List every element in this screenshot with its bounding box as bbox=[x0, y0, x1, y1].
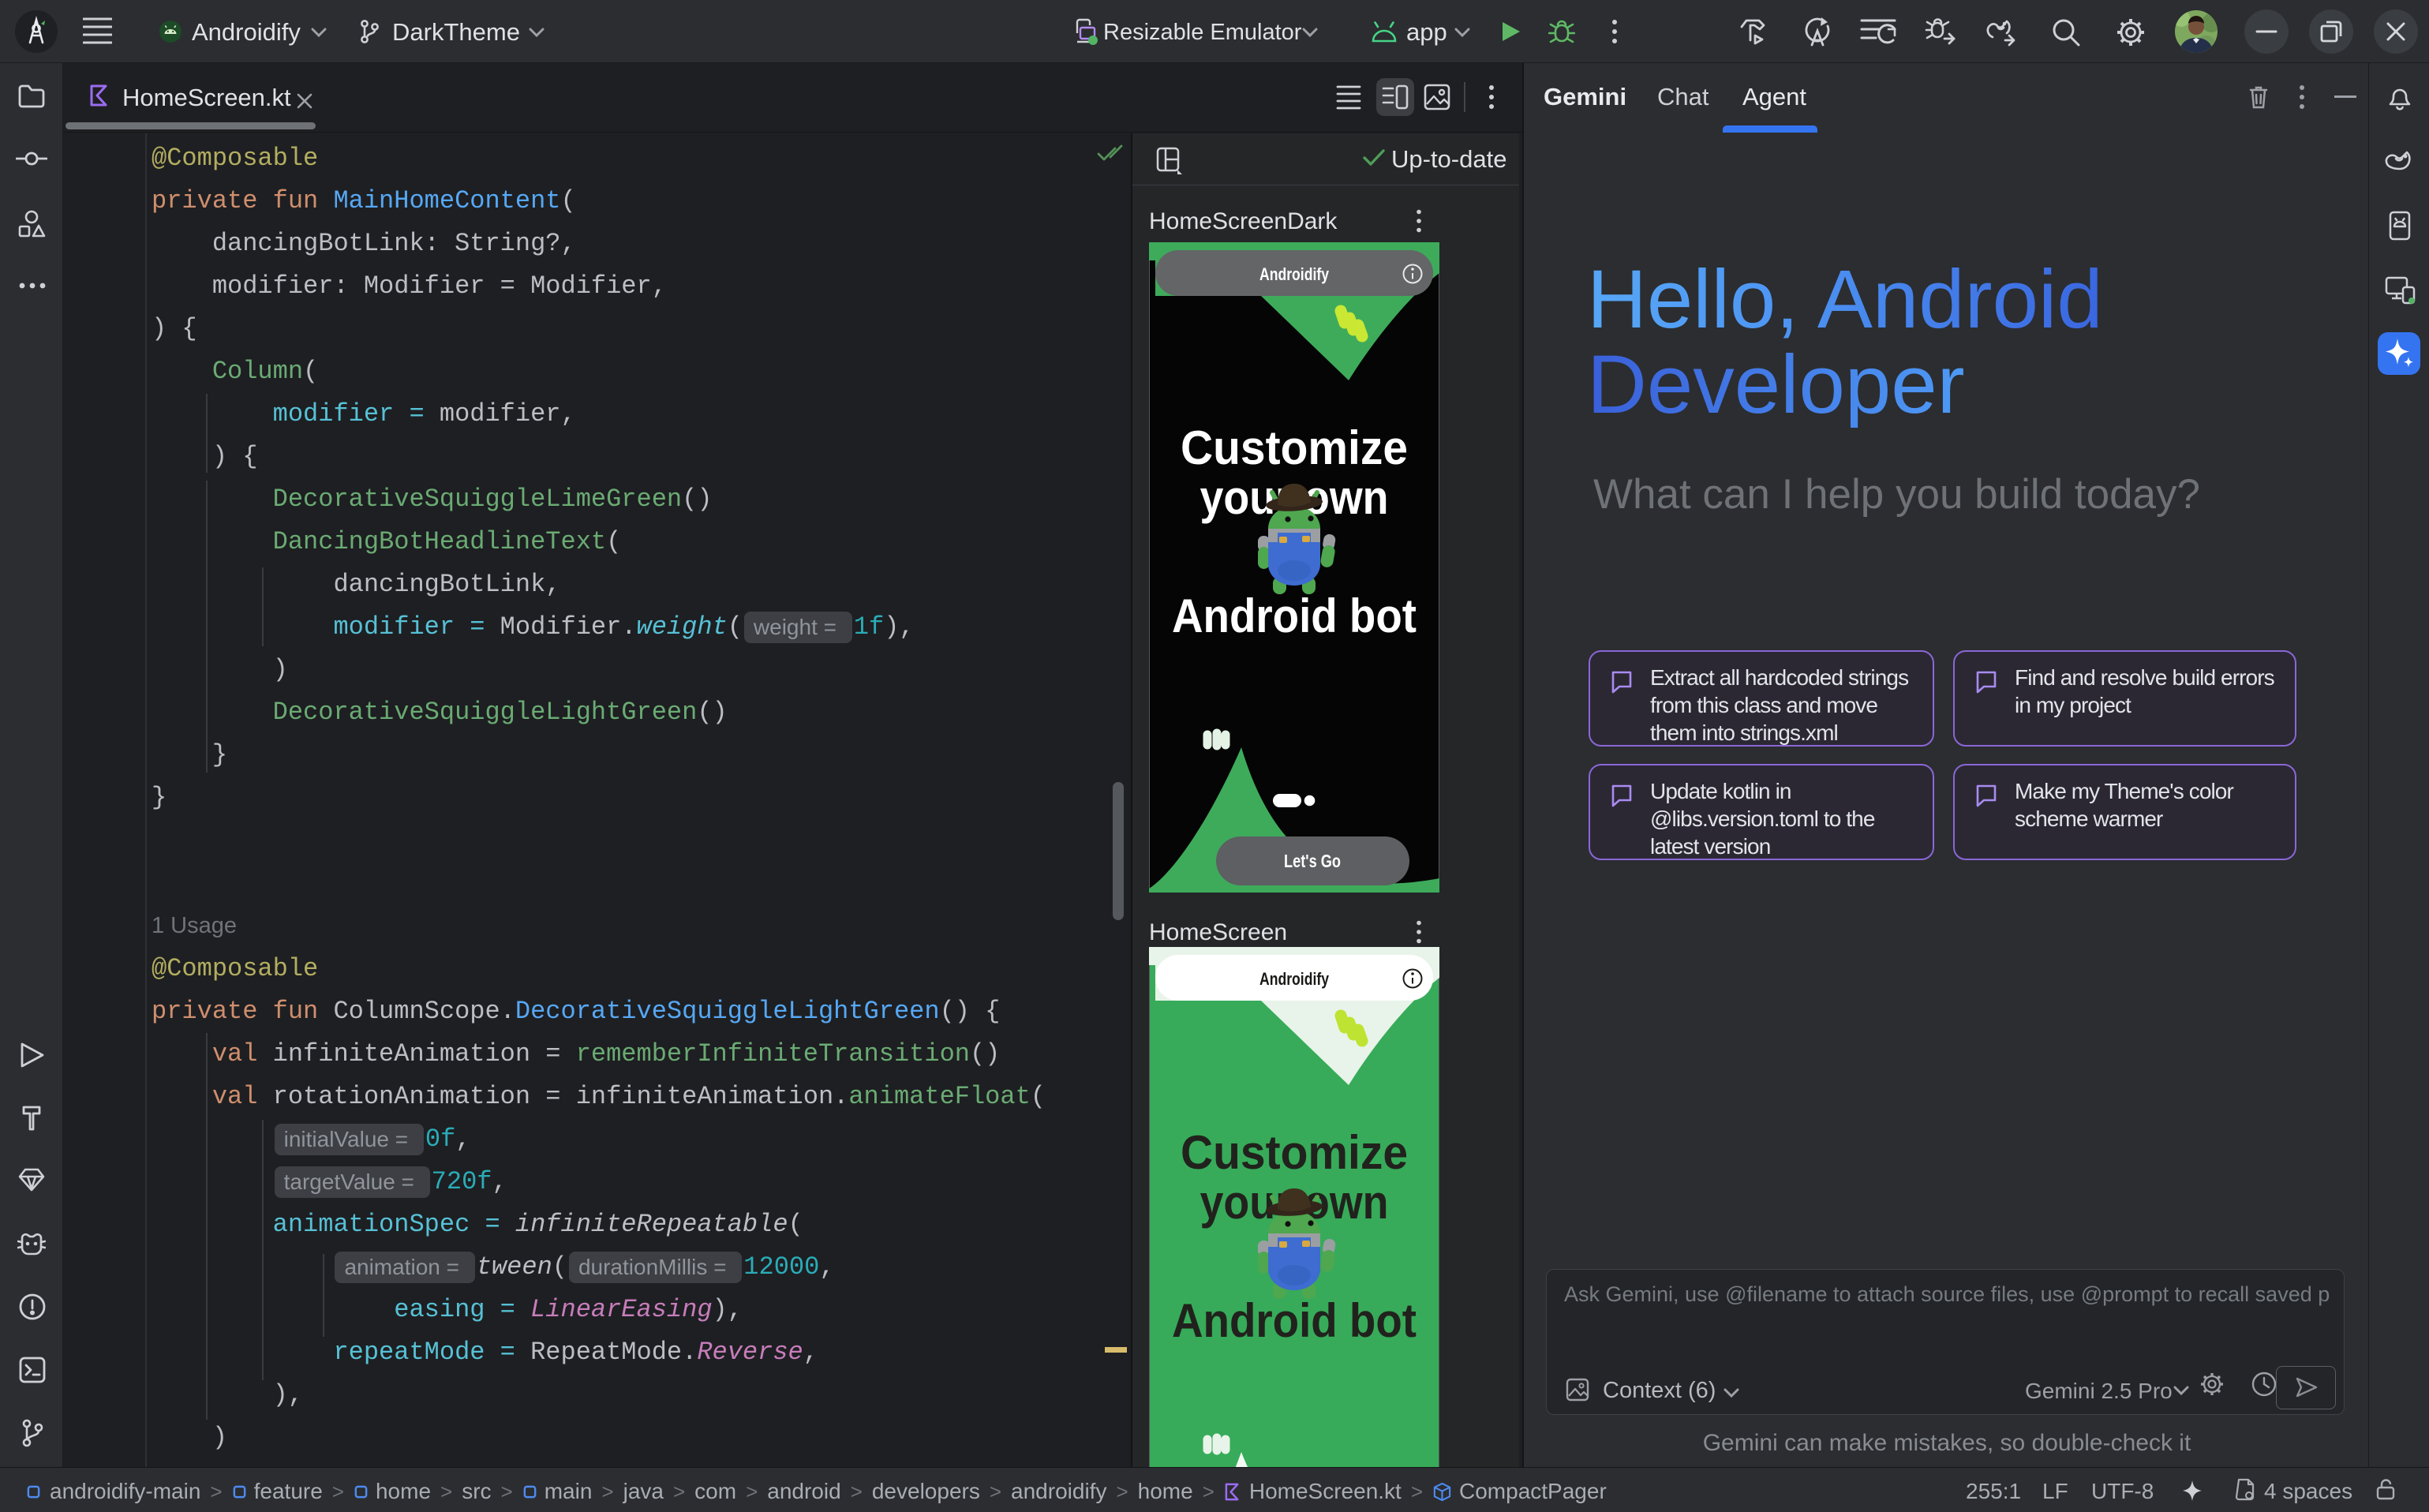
svg-text:Androidify: Androidify bbox=[1259, 264, 1330, 284]
svg-text:Android bot: Android bot bbox=[1172, 1294, 1417, 1347]
svg-text:Androidify: Androidify bbox=[1259, 969, 1330, 989]
svg-text:Android bot: Android bot bbox=[1172, 589, 1417, 642]
svg-text:Customize: Customize bbox=[1181, 421, 1408, 474]
svg-text:Let's Go: Let's Go bbox=[1284, 851, 1341, 871]
svg-text:Customize: Customize bbox=[1181, 1126, 1408, 1179]
